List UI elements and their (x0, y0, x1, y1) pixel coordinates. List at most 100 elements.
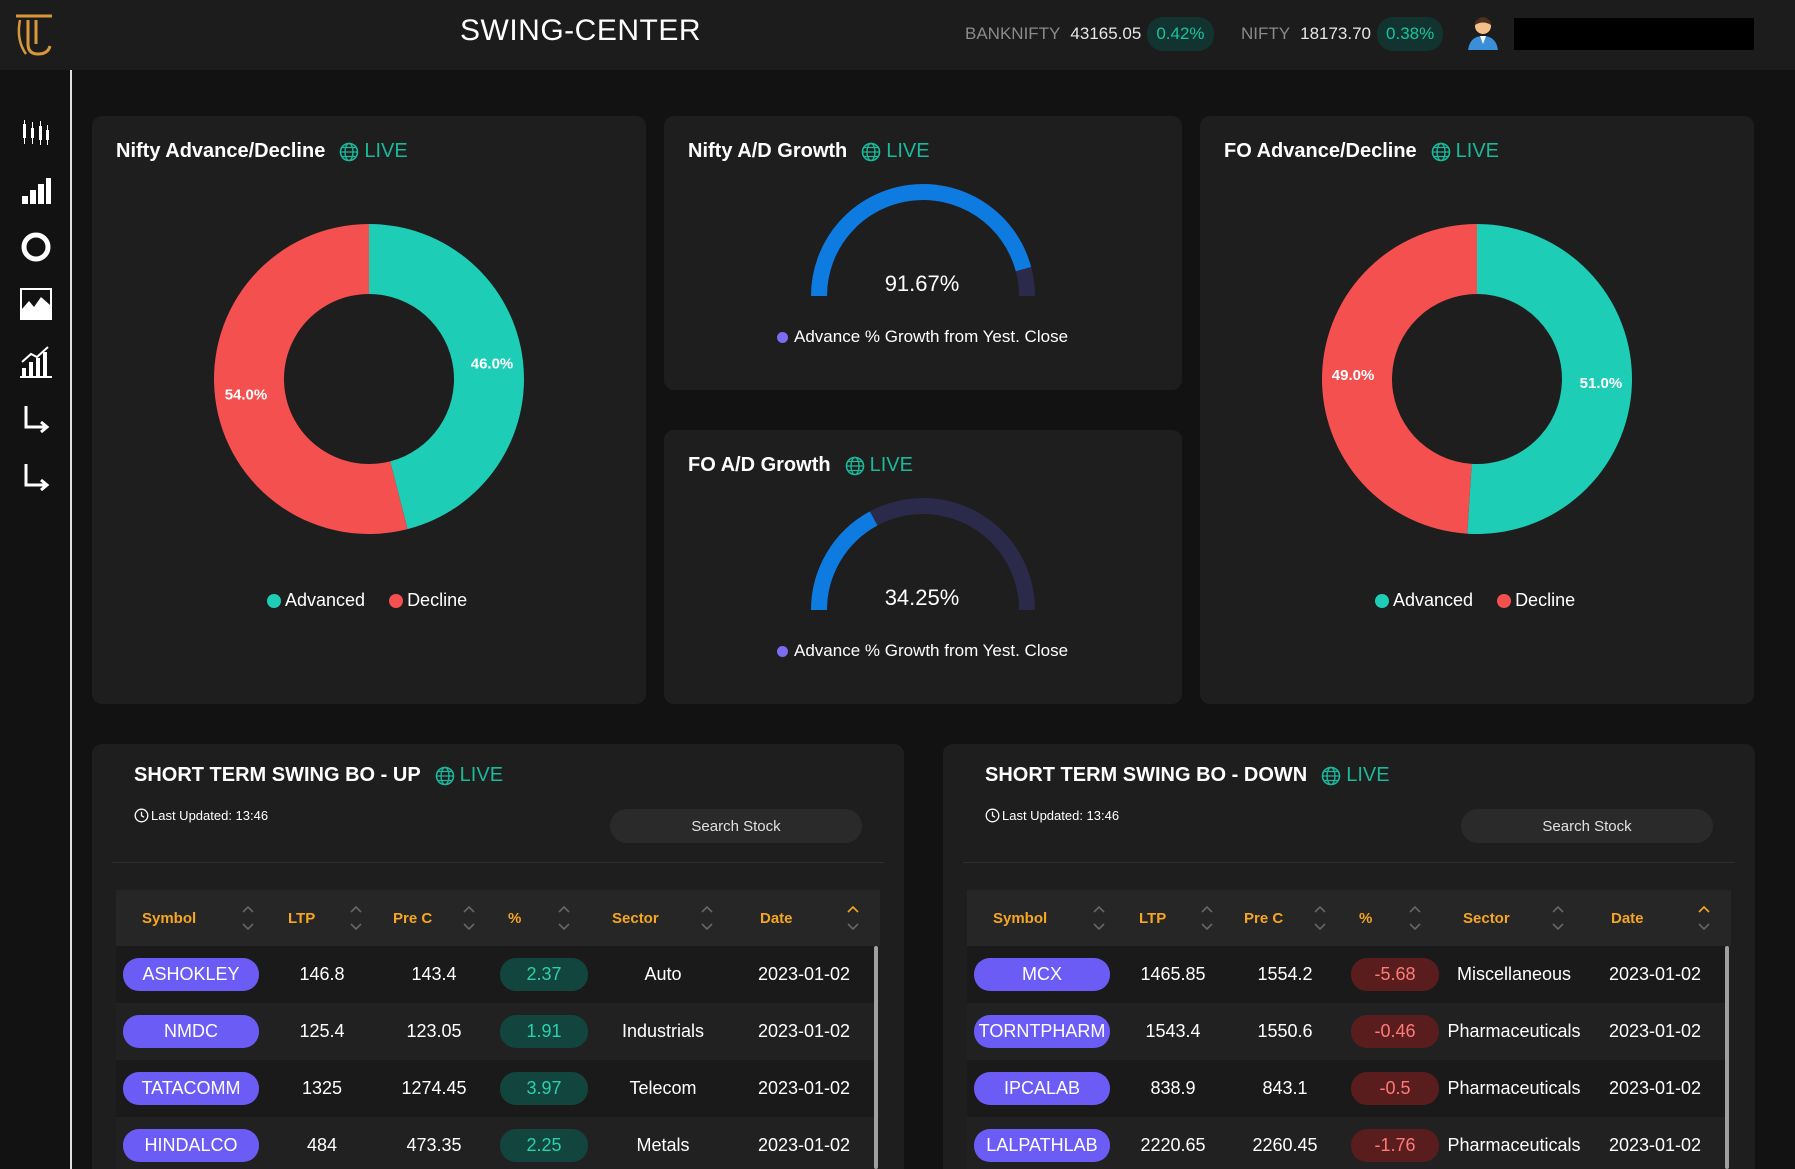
legend-dot (777, 645, 788, 657)
table-row[interactable]: ASHOKLEY 146.8 143.4 2.37 Auto 2023-01-02 (116, 946, 874, 1003)
legend-item-decline[interactable]: Decline (389, 590, 467, 611)
corner-arrow-icon[interactable] (18, 458, 54, 494)
legend-item-decline[interactable]: Decline (1497, 590, 1575, 611)
column-header-symbol[interactable]: Symbol (142, 890, 196, 946)
sort-icon[interactable] (1551, 902, 1565, 934)
cell-pct: -0.46 (1341, 1003, 1449, 1060)
cell-pct: 3.97 (490, 1060, 598, 1117)
globe-icon (1321, 766, 1341, 785)
ticker-nifty: NIFTY 18173.70 0.38% (1241, 16, 1444, 52)
cell-ltp: 146.8 (299, 964, 345, 984)
gauge-legend[interactable]: Advance % Growth from Yest. Close (777, 641, 1068, 661)
divider (112, 862, 884, 863)
column-header-prec[interactable]: Pre C (1244, 890, 1283, 946)
symbol-pill[interactable]: MCX (974, 958, 1110, 991)
donut-slice-label: 49.0% (1332, 367, 1375, 384)
percent-badge: 1.91 (500, 1015, 588, 1048)
table-row[interactable]: TORNTPHARM 1543.4 1550.6 -0.46 Pharmaceutica… (967, 1003, 1725, 1060)
cell-ltp: 1465.85 (1140, 964, 1206, 984)
search-stock-input[interactable] (1461, 809, 1713, 843)
candlestick-icon[interactable] (18, 114, 54, 150)
legend-dot (1375, 593, 1389, 608)
sort-icon[interactable] (1092, 902, 1106, 934)
cell-date: 2023-01-02 (757, 1135, 851, 1155)
search-stock-input[interactable] (610, 809, 862, 843)
cell-date: 2023-01-02 (757, 964, 851, 984)
symbol-pill[interactable]: ASHOKLEY (123, 958, 259, 991)
globe-icon (845, 456, 864, 475)
table-row[interactable]: MCX 1465.85 1554.2 -5.68 Miscellaneous 2023-0… (967, 946, 1725, 1003)
user-name-redacted[interactable] (1514, 18, 1754, 50)
cell-date: 2023-01-02 (1608, 1078, 1702, 1098)
legend-item-advanced[interactable]: Advanced (267, 590, 365, 611)
table-row[interactable]: HINDALCO 484 473.35 2.25 Metals 2023-01-02 (116, 1117, 874, 1169)
sort-asc-icon[interactable] (1697, 902, 1711, 934)
cell-pct: -1.76 (1341, 1117, 1449, 1169)
cell-sector: Miscellaneous (1456, 964, 1572, 984)
growth-chart-icon[interactable] (18, 343, 54, 379)
column-header-pct[interactable]: % (1359, 890, 1372, 946)
column-header-symbol[interactable]: Symbol (993, 890, 1047, 946)
sort-icon[interactable] (1200, 902, 1214, 934)
sort-icon[interactable] (557, 902, 571, 934)
symbol-pill[interactable]: TATACOMM (123, 1072, 259, 1105)
sort-asc-icon[interactable] (846, 902, 860, 934)
user-avatar-icon[interactable] (1466, 14, 1500, 52)
area-chart-icon[interactable] (18, 286, 54, 322)
column-header-date[interactable]: Date (760, 890, 793, 946)
percent-badge: -1.76 (1351, 1129, 1439, 1162)
ticker-banknifty: BANKNIFTY 43165.05 0.42% (965, 16, 1214, 52)
column-header-sector[interactable]: Sector (612, 890, 659, 946)
cell-date: 2023-01-02 (1608, 964, 1702, 984)
cell-prec: 143.4 (411, 964, 457, 984)
cell-prec: 473.35 (406, 1135, 462, 1155)
card-title: FO A/D Growth LIVE (688, 454, 913, 477)
table-scrollbar[interactable] (874, 946, 878, 1169)
table-row[interactable]: LALPATHLAB 2220.65 2260.45 -1.76 Pharmaceuti… (967, 1117, 1725, 1169)
table-row[interactable]: IPCALAB 838.9 843.1 -0.5 Pharmaceuticals 2023… (967, 1060, 1725, 1117)
symbol-pill[interactable]: IPCALAB (974, 1072, 1110, 1105)
percent-badge: -5.68 (1351, 958, 1439, 991)
gauge-value: 91.67% (884, 271, 960, 296)
live-label: LIVE (1346, 764, 1390, 786)
sort-icon[interactable] (1313, 902, 1327, 934)
last-updated: Last Updated: 13:46 (985, 808, 1119, 823)
symbol-pill[interactable]: LALPATHLAB (974, 1129, 1110, 1162)
card-title-text: FO Advance/Decline (1224, 140, 1417, 162)
corner-arrow-icon[interactable] (18, 400, 54, 436)
table-row[interactable]: TATACOMM 1325 1274.45 3.97 Telecom 2023-01-02 (116, 1060, 874, 1117)
table-scrollbar[interactable] (1725, 946, 1729, 1169)
legend-label: Advance % Growth from Yest. Close (794, 641, 1069, 660)
sort-icon[interactable] (700, 902, 714, 934)
last-updated: Last Updated: 13:46 (134, 808, 268, 823)
column-header-pct[interactable]: % (508, 890, 521, 946)
live-label: LIVE (1455, 140, 1500, 162)
column-header-prec[interactable]: Pre C (393, 890, 432, 946)
column-header-ltp[interactable]: LTP (1139, 890, 1166, 946)
bar-chart-icon[interactable] (18, 172, 54, 208)
live-indicator: LIVE (1431, 140, 1499, 163)
legend-label: Advance % Growth from Yest. Close (794, 327, 1069, 346)
donut-icon[interactable] (18, 229, 54, 265)
column-header-date[interactable]: Date (1611, 890, 1644, 946)
column-header-ltp[interactable]: LTP (288, 890, 315, 946)
app-title: SWING-CENTER (460, 14, 701, 47)
column-header-sector[interactable]: Sector (1463, 890, 1510, 946)
ticker-change-badge: 0.42% (1147, 17, 1214, 51)
logo-icon[interactable] (12, 10, 56, 60)
sort-icon[interactable] (462, 902, 476, 934)
table-row[interactable]: NMDC 125.4 123.05 1.91 Industrials 2023-01-02 (116, 1003, 874, 1060)
sort-icon[interactable] (349, 902, 363, 934)
sort-icon[interactable] (1408, 902, 1422, 934)
legend-item-advanced[interactable]: Advanced (1375, 590, 1473, 611)
gauge-legend[interactable]: Advance % Growth from Yest. Close (777, 327, 1068, 347)
symbol-pill[interactable]: TORNTPHARM (974, 1015, 1110, 1048)
cell-symbol: TORNTPHARM (967, 1003, 1117, 1060)
cell-prec: 843.1 (1262, 1078, 1308, 1098)
symbol-pill[interactable]: NMDC (123, 1015, 259, 1048)
live-indicator: LIVE (861, 140, 930, 163)
symbol-pill[interactable]: HINDALCO (123, 1129, 259, 1162)
chart-legend: Advanced Decline (267, 590, 491, 611)
sort-icon[interactable] (241, 902, 255, 934)
top-header: SWING-CENTER BANKNIFTY 43165.05 0.42% NI… (0, 0, 1795, 70)
